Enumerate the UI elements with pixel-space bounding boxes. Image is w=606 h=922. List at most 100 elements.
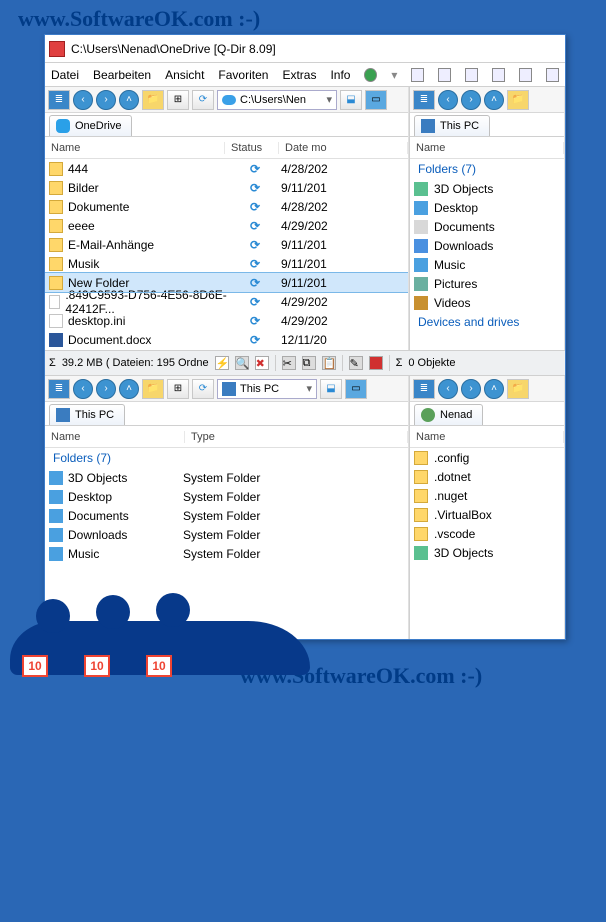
tab-thispc[interactable]: This PC <box>49 404 125 425</box>
tree-icon[interactable]: ⬓ <box>320 379 342 399</box>
file-list-tl[interactable]: 444⟳4/28/202Bilder⟳9/11/201Dokumente⟳4/2… <box>45 159 408 350</box>
monitor-icon[interactable]: ▭ <box>345 379 367 399</box>
list-item[interactable]: 444⟳4/28/202 <box>45 159 408 178</box>
list-item[interactable]: .849C9593-D756-4E56-8D6E-42412F...⟳4/29/… <box>45 292 408 311</box>
forward-button[interactable]: › <box>96 379 116 399</box>
list-view-icon[interactable]: ≣ <box>48 379 70 399</box>
list-item[interactable]: desktop.ini⟳4/29/202 <box>45 311 408 330</box>
tree-icon[interactable]: ⬓ <box>340 90 362 110</box>
list-item[interactable]: Downloads <box>410 236 564 255</box>
list-item[interactable]: Videos <box>410 293 564 312</box>
forward-button[interactable]: › <box>461 90 481 110</box>
back-button[interactable]: ‹ <box>73 90 93 110</box>
col-date[interactable]: Date mo <box>279 142 408 154</box>
grid-icon[interactable] <box>369 356 383 370</box>
column-headers-tl[interactable]: Name Status Date mo <box>45 137 408 159</box>
cut-icon[interactable]: ✂ <box>282 356 296 370</box>
copy-icon[interactable]: ⧉ <box>302 356 316 370</box>
column-headers-bl[interactable]: Name Type <box>45 426 408 448</box>
folder-open-icon[interactable]: 📁 <box>142 379 164 399</box>
list-item[interactable]: .nuget <box>410 486 564 505</box>
up-button[interactable]: ˄ <box>119 90 139 110</box>
list-item[interactable]: Documents <box>410 217 564 236</box>
forward-button[interactable]: › <box>96 90 116 110</box>
list-item[interactable]: Desktop <box>410 198 564 217</box>
back-button[interactable]: ‹ <box>438 379 458 399</box>
group-folders[interactable]: Folders (7) <box>410 159 564 179</box>
folder-open-icon[interactable]: 📁 <box>507 379 529 399</box>
list-item[interactable]: Bilder⟳9/11/201 <box>45 178 408 197</box>
up-button[interactable]: ˄ <box>484 90 504 110</box>
layout-6-icon[interactable] <box>546 68 559 82</box>
list-item[interactable]: .vscode <box>410 524 564 543</box>
address-bar[interactable]: This PC ▾ <box>217 379 317 399</box>
folder-open-icon[interactable]: 📁 <box>142 90 164 110</box>
refresh-icon[interactable]: ⟳ <box>192 379 214 399</box>
list-view-icon[interactable]: ≣ <box>48 90 70 110</box>
list-item[interactable]: eeee⟳4/29/202 <box>45 216 408 235</box>
layout-1-icon[interactable] <box>411 68 424 82</box>
tab-thispc[interactable]: This PC <box>414 115 490 136</box>
col-name[interactable]: Name <box>45 431 185 443</box>
views-icon[interactable]: ⊞ <box>167 90 189 110</box>
refresh-icon[interactable]: ⟳ <box>192 90 214 110</box>
layout-5-icon[interactable] <box>519 68 532 82</box>
menu-extras[interactable]: Extras <box>282 68 316 82</box>
list-item[interactable]: Music <box>410 255 564 274</box>
list-item[interactable]: DownloadsSystem Folder <box>45 525 408 544</box>
address-bar[interactable]: C:\Users\Nen ▾ <box>217 90 337 110</box>
col-type[interactable]: Type <box>185 431 408 443</box>
zoom-icon[interactable]: 🔍 <box>235 356 249 370</box>
list-item[interactable]: MusicSystem Folder <box>45 544 408 563</box>
forward-button[interactable]: › <box>461 379 481 399</box>
sigma-icon[interactable]: Σ <box>396 357 403 369</box>
bolt-icon[interactable]: ⚡ <box>215 356 229 370</box>
file-list-tr[interactable]: Folders (7) 3D ObjectsDesktopDocumentsDo… <box>410 159 564 350</box>
column-headers-tr[interactable]: Name <box>410 137 564 159</box>
list-item[interactable]: DocumentsSystem Folder <box>45 506 408 525</box>
layout-3-icon[interactable] <box>465 68 478 82</box>
edit-icon[interactable]: ✎ <box>349 356 363 370</box>
list-item[interactable]: 3D Objects <box>410 179 564 198</box>
sigma-icon[interactable]: Σ <box>49 357 56 369</box>
menu-bearbeiten[interactable]: Bearbeiten <box>93 68 151 82</box>
globe-icon[interactable] <box>364 68 377 82</box>
layout-2-icon[interactable] <box>438 68 451 82</box>
delete-icon[interactable]: ✖ <box>255 356 269 370</box>
up-button[interactable]: ˄ <box>119 379 139 399</box>
file-list-br[interactable]: .config.dotnet.nuget.VirtualBox.vscode3D… <box>410 448 564 639</box>
col-name[interactable]: Name <box>410 431 564 443</box>
monitor-icon[interactable]: ▭ <box>365 90 387 110</box>
list-item[interactable]: E-Mail-Anhänge⟳9/11/201 <box>45 235 408 254</box>
col-status[interactable]: Status <box>225 142 279 154</box>
list-item[interactable]: Document.docx⟳12/11/20 <box>45 330 408 349</box>
titlebar[interactable]: C:\Users\Nenad\OneDrive [Q-Dir 8.09] <box>45 35 565 63</box>
list-item[interactable]: Dokumente⟳4/28/202 <box>45 197 408 216</box>
up-button[interactable]: ˄ <box>484 379 504 399</box>
list-item[interactable]: DesktopSystem Folder <box>45 487 408 506</box>
menu-info[interactable]: Info <box>330 68 350 82</box>
list-item[interactable]: .VirtualBox <box>410 505 564 524</box>
list-item[interactable]: .config <box>410 448 564 467</box>
list-item[interactable]: .dotnet <box>410 467 564 486</box>
list-view-icon[interactable]: ≣ <box>413 379 435 399</box>
back-button[interactable]: ‹ <box>73 379 93 399</box>
list-item[interactable]: Musik⟳9/11/201 <box>45 254 408 273</box>
menu-ansicht[interactable]: Ansicht <box>165 68 204 82</box>
group-devices[interactable]: Devices and drives <box>410 312 564 332</box>
group-folders[interactable]: Folders (7) <box>45 448 408 468</box>
menu-datei[interactable]: Datei <box>51 68 79 82</box>
col-name[interactable]: Name <box>410 142 564 154</box>
col-name[interactable]: Name <box>45 142 225 154</box>
tab-onedrive[interactable]: OneDrive <box>49 115 132 136</box>
list-item[interactable]: Pictures <box>410 274 564 293</box>
back-button[interactable]: ‹ <box>438 90 458 110</box>
list-item[interactable]: 3D Objects <box>410 543 564 562</box>
column-headers-br[interactable]: Name <box>410 426 564 448</box>
folder-open-icon[interactable]: 📁 <box>507 90 529 110</box>
menu-favoriten[interactable]: Favoriten <box>218 68 268 82</box>
list-item[interactable]: 3D ObjectsSystem Folder <box>45 468 408 487</box>
views-icon[interactable]: ⊞ <box>167 379 189 399</box>
layout-4-icon[interactable] <box>492 68 505 82</box>
paste-icon[interactable]: 📋 <box>322 356 336 370</box>
